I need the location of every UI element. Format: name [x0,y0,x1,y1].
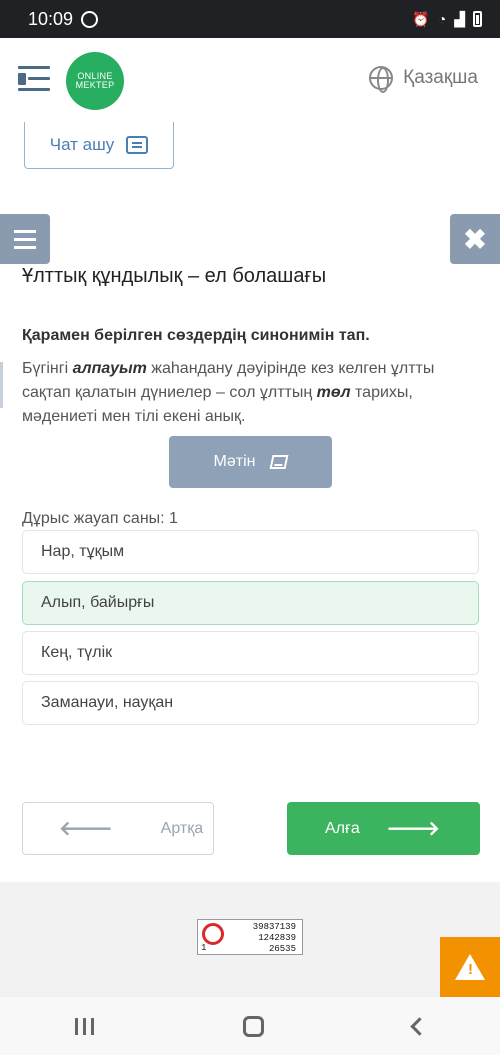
next-button[interactable]: Алға 🡒 [287,802,480,855]
book-icon [269,455,289,469]
question-passage: Бүгінгі алпауыт жаһандану дәуірінде кез … [22,360,435,425]
chat-button-label: Чат ашу [49,135,115,154]
arrow-left-icon: 🡐 [59,818,113,840]
signal-icon: ▟ [454,10,465,27]
battery-icon [473,11,482,27]
visitor-counter[interactable]: 1 39837139 1242839 26535 [197,919,303,955]
highlighted-word: төл [316,384,351,401]
side-menu-button[interactable] [0,214,50,264]
next-button-label: Алға [325,819,360,837]
app-header: ONLINE MEKTEP Қазақша [0,38,500,122]
language-selector[interactable]: Қазақша [369,66,478,93]
online-mektep-logo[interactable]: ONLINE MEKTEP [66,52,124,110]
whatsapp-icon [81,10,99,28]
answer-option[interactable]: Заманауи, науқан [22,681,479,725]
text-button[interactable]: Мәтін [169,436,332,488]
answer-option-selected[interactable]: Алып, байырғы [22,581,479,625]
counter-logo-icon [202,923,224,945]
lesson-content: Чат ашу ✖ Ұлттық құндылық – ел болашағы … [0,122,500,882]
close-button[interactable]: ✖ [450,214,500,264]
chat-icon [126,136,149,154]
recent-apps-icon[interactable] [74,1017,94,1035]
text-button-label: Мәтін [213,453,256,470]
answer-option[interactable]: Нар, тұқым [22,530,479,574]
question-prompt: Қарамен берілген сөздердің синонимін тап… [22,327,370,344]
highlighted-word: алпауыт [72,360,147,377]
collapse-menu-icon[interactable] [18,64,50,94]
wifi-icon: ◔ [437,11,447,27]
back-nav-icon[interactable] [409,1016,429,1036]
home-icon[interactable] [242,1015,264,1037]
warning-icon: ! [455,954,485,980]
footer-area: 1 39837139 1242839 26535 ! [0,882,500,997]
answer-option[interactable]: Кең, түлік [22,631,479,675]
status-time: 10:09 [28,8,74,29]
status-icons: ⏰ ◔ ▟ [412,11,482,28]
open-chat-button[interactable]: Чат ашу [24,122,174,169]
globe-icon [369,66,394,93]
language-label: Қазақша [403,67,478,88]
correct-count-label: Дұрыс жауап саны: 1 [22,510,178,527]
back-button[interactable]: 🡐 Артқа [22,802,214,855]
left-edge-handle [0,362,3,408]
back-button-label: Артқа [160,819,204,837]
alarm-icon: ⏰ [412,10,430,27]
report-problem-button[interactable]: ! [440,937,500,997]
arrow-right-icon: 🡒 [386,818,440,840]
android-nav-bar [0,997,500,1055]
status-bar: 10:09 ⏰ ◔ ▟ [0,0,500,38]
lesson-title: Ұлттық құндылық – ел болашағы [22,265,327,287]
